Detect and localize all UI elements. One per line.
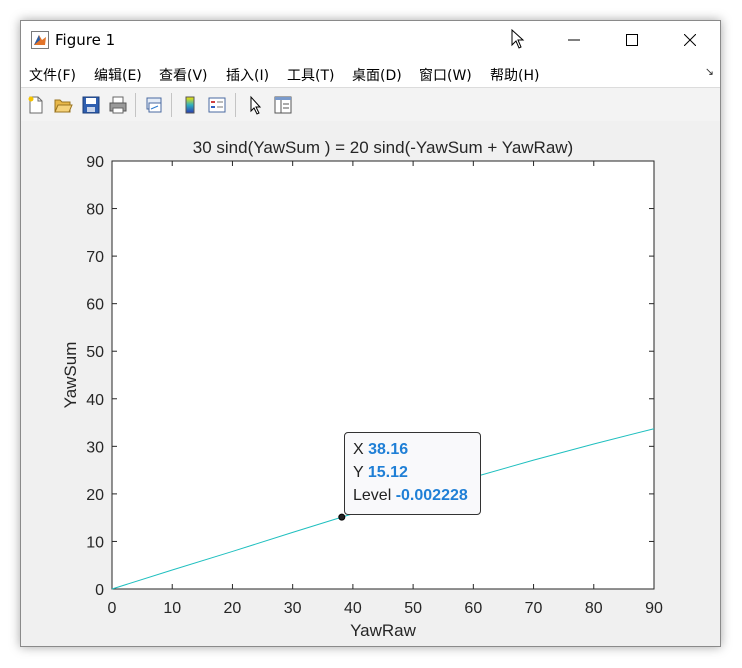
link-plot-icon[interactable]	[143, 94, 165, 116]
datatip-y-label: Y	[353, 464, 364, 481]
y-tick-label: 0	[95, 582, 104, 599]
y-tick-label: 60	[86, 297, 104, 314]
x-tick-label: 10	[163, 600, 181, 617]
figure-toolbar	[21, 87, 720, 122]
toolbar-separator	[171, 93, 172, 117]
maximize-icon	[626, 34, 638, 46]
y-tick-label: 10	[86, 534, 104, 551]
figure-canvas: 30 sind(YawSum ) = 20 sind(-YawSum + Yaw…	[21, 121, 720, 646]
x-tick-label: 70	[525, 600, 543, 617]
menu-file[interactable]: 文件(F)	[29, 65, 76, 85]
x-tick-label: 90	[645, 600, 663, 617]
y-tick-label: 40	[86, 392, 104, 409]
x-tick-label: 40	[344, 600, 362, 617]
save-icon[interactable]	[80, 94, 102, 116]
x-tick-label: 60	[464, 600, 482, 617]
datatip-x-row: X 38.16	[353, 441, 480, 464]
x-tick-label: 30	[284, 600, 302, 617]
y-tick-label: 90	[86, 154, 104, 171]
menu-view[interactable]: 查看(V)	[159, 65, 208, 85]
chart-title: 30 sind(YawSum ) = 20 sind(-YawSum + Yaw…	[193, 138, 573, 157]
menu-insert[interactable]: 插入(I)	[226, 65, 269, 85]
menu-window[interactable]: 窗口(W)	[419, 65, 472, 85]
menu-bar: 文件(F) 编辑(E) 查看(V) 插入(I) 工具(T) 桌面(D) 窗口(W…	[21, 59, 720, 87]
close-button[interactable]	[661, 21, 719, 59]
y-axis-label: YawSum	[61, 342, 80, 409]
title-bar[interactable]: Figure 1	[21, 21, 720, 59]
x-tick-label: 20	[224, 600, 242, 617]
x-axis-label: YawRaw	[350, 621, 417, 640]
minimize-icon	[568, 39, 580, 41]
y-tick-label: 20	[86, 487, 104, 504]
y-tick-label: 50	[86, 344, 104, 361]
y-tick-label: 70	[86, 249, 104, 266]
datatip-level-value: -0.002228	[395, 487, 468, 504]
plot-area[interactable]	[111, 160, 655, 590]
maximize-button[interactable]	[603, 21, 661, 59]
print-icon[interactable]	[107, 94, 129, 116]
line-chart[interactable]: 30 sind(YawSum ) = 20 sind(-YawSum + Yaw…	[21, 121, 720, 646]
matlab-icon	[31, 31, 49, 49]
datatip-marker[interactable]	[338, 513, 346, 521]
x-tick-label: 80	[585, 600, 603, 617]
property-inspector-icon[interactable]	[272, 94, 294, 116]
x-tick-label: 50	[404, 600, 422, 617]
legend-icon[interactable]	[206, 94, 228, 116]
menu-help[interactable]: 帮助(H)	[490, 65, 539, 85]
dock-arrow-icon[interactable]: ↘	[705, 65, 714, 78]
new-figure-icon[interactable]	[25, 94, 47, 116]
datatip-level-label: Level	[353, 487, 392, 504]
y-tick-label: 80	[86, 202, 104, 219]
figure-window: Figure 1 文件(F) 编辑(E) 查看(V) 插入(I) 工具(T) 桌…	[20, 20, 721, 647]
open-file-icon[interactable]	[52, 94, 74, 116]
y-tick-label: 30	[86, 439, 104, 456]
data-tip[interactable]: X 38.16 Y 15.12 Level -0.002228	[344, 432, 481, 515]
colorbar-icon[interactable]	[179, 94, 201, 116]
window-title: Figure 1	[55, 31, 116, 49]
close-icon	[684, 34, 696, 46]
x-tick-label: 0	[108, 600, 117, 617]
pointer-icon[interactable]	[245, 94, 267, 116]
datatip-x-label: X	[353, 441, 364, 458]
datatip-level-row: Level -0.002228	[353, 487, 480, 510]
datatip-y-value: 15.12	[367, 464, 408, 481]
minimize-button[interactable]	[545, 21, 603, 59]
datatip-x-value: 38.16	[368, 441, 409, 458]
mouse-cursor-icon	[511, 29, 525, 49]
menu-tools[interactable]: 工具(T)	[287, 65, 334, 85]
menu-desktop[interactable]: 桌面(D)	[352, 65, 402, 85]
datatip-y-row: Y 15.12	[353, 464, 480, 487]
menu-edit[interactable]: 编辑(E)	[94, 65, 142, 85]
toolbar-separator	[235, 93, 236, 117]
toolbar-separator	[135, 93, 136, 117]
